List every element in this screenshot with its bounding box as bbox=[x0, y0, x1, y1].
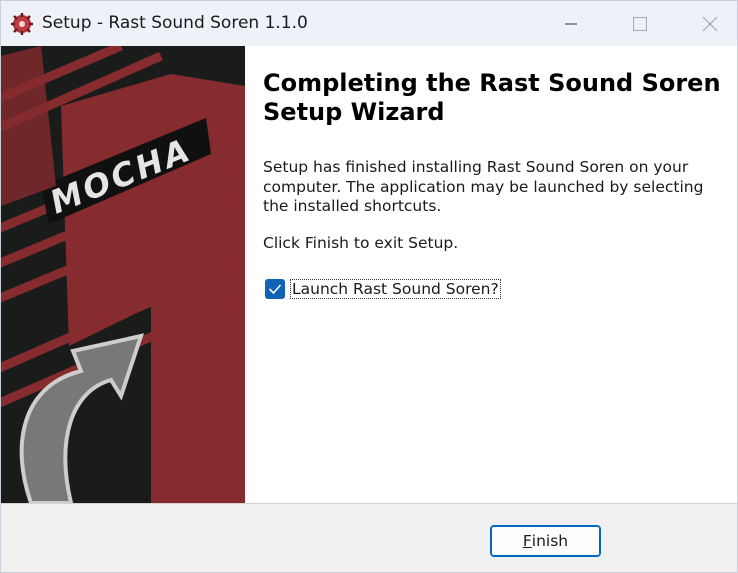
maximize-button[interactable] bbox=[617, 1, 663, 46]
maximize-icon bbox=[633, 16, 647, 31]
launch-checkbox[interactable] bbox=[265, 279, 285, 299]
setup-window: Setup - Rast Sound Soren 1.1.0 MOCHA Com… bbox=[0, 0, 738, 573]
window-title: Setup - Rast Sound Soren 1.1.0 bbox=[42, 13, 308, 33]
page-title: Completing the Rast Sound Soren Setup Wi… bbox=[263, 69, 721, 126]
finish-button[interactable]: Finish bbox=[490, 525, 601, 557]
close-button[interactable] bbox=[687, 1, 733, 46]
minimize-icon bbox=[565, 23, 577, 24]
checkmark-icon bbox=[268, 284, 282, 295]
minimize-button[interactable] bbox=[548, 1, 594, 46]
launch-option[interactable]: Launch Rast Sound Soren? bbox=[265, 278, 501, 300]
finish-label: inish bbox=[531, 532, 569, 550]
wizard-banner-image: MOCHA bbox=[1, 46, 245, 503]
close-icon bbox=[702, 16, 718, 31]
title-bar[interactable]: Setup - Rast Sound Soren 1.1.0 bbox=[1, 1, 737, 46]
launch-checkbox-label[interactable]: Launch Rast Sound Soren? bbox=[290, 279, 501, 299]
finish-accelerator: F bbox=[522, 532, 532, 550]
app-gear-icon bbox=[11, 13, 33, 35]
completion-message: Setup has finished installing Rast Sound… bbox=[263, 158, 704, 215]
exit-instruction: Click Finish to exit Setup. bbox=[263, 233, 459, 252]
footer-bar bbox=[1, 504, 737, 572]
wizard-content: Completing the Rast Sound Soren Setup Wi… bbox=[263, 69, 723, 253]
